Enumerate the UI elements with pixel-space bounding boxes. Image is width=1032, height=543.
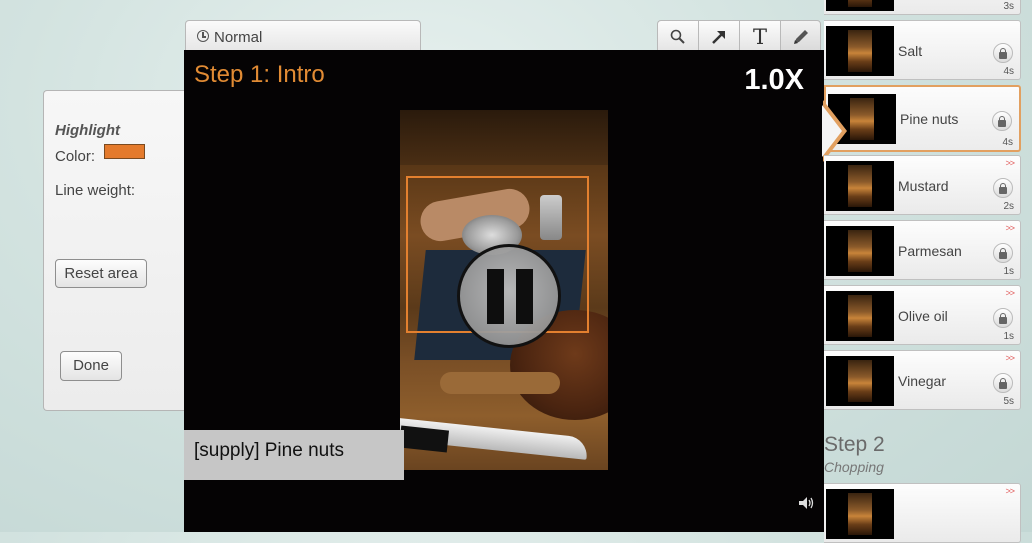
- step-thumbnail: [826, 356, 894, 406]
- list-item[interactable]: 3s: [824, 0, 1021, 15]
- step-name: Salt: [898, 43, 923, 59]
- video-player[interactable]: Step 1: Intro 1.0X [supply] Pine nuts: [184, 50, 824, 532]
- chevron-icon: >>: [1005, 486, 1014, 496]
- list-item[interactable]: Salt 4s: [824, 20, 1021, 80]
- list-item[interactable]: >> Olive oil 1s: [824, 285, 1021, 345]
- pause-icon: [487, 269, 504, 324]
- highlight-panel: Highlight Color: Line weight: Reset area…: [43, 90, 185, 411]
- clock-icon: [197, 30, 209, 42]
- search-tool-button[interactable]: [657, 20, 698, 54]
- lock-icon[interactable]: [992, 111, 1012, 131]
- text-icon: T: [752, 25, 767, 49]
- arrow-tool-button[interactable]: [698, 20, 739, 54]
- pencil-icon: [793, 30, 808, 44]
- step-thumbnail: [826, 291, 894, 341]
- list-item[interactable]: >> Parmesan 1s: [824, 220, 1021, 280]
- step-title: Step 1: Intro: [194, 61, 325, 88]
- lock-icon[interactable]: [993, 178, 1013, 198]
- chevron-icon: >>: [1005, 158, 1014, 168]
- reset-area-button[interactable]: Reset area: [55, 259, 147, 288]
- current-step-pointer: [822, 100, 847, 162]
- done-button[interactable]: Done: [60, 351, 122, 381]
- list-item[interactable]: >> Vinegar 5s: [824, 350, 1021, 410]
- text-tool-button[interactable]: T: [739, 20, 780, 54]
- step-duration: 4s: [1002, 137, 1013, 148]
- step2-subtitle: Chopping: [824, 459, 884, 475]
- step-thumbnail: [826, 226, 894, 276]
- video-caption: [supply] Pine nuts: [184, 430, 404, 480]
- step-name: Parmesan: [898, 243, 962, 259]
- list-item[interactable]: >> Mustard 2s: [824, 155, 1021, 215]
- chevron-icon: >>: [1005, 223, 1014, 233]
- step-duration: 1s: [1003, 331, 1014, 342]
- color-label: Color:: [55, 148, 96, 165]
- mode-tab-normal[interactable]: Normal: [185, 20, 421, 52]
- step-name: Mustard: [898, 178, 949, 194]
- step-duration: 4s: [1003, 66, 1014, 77]
- chevron-icon: >>: [1005, 288, 1014, 298]
- step-name: Olive oil: [898, 308, 948, 324]
- step-name: Vinegar: [898, 373, 947, 389]
- chevron-icon: >>: [1005, 353, 1014, 363]
- lock-icon[interactable]: [993, 308, 1013, 328]
- panel-title: Highlight: [55, 122, 120, 139]
- step-thumbnail: [826, 0, 894, 11]
- step-duration: 1s: [1003, 266, 1014, 277]
- pencil-tool-button[interactable]: [780, 20, 821, 54]
- step-duration: 5s: [1003, 396, 1014, 407]
- lock-icon[interactable]: [993, 373, 1013, 393]
- color-swatch[interactable]: [104, 144, 145, 159]
- step-name: Pine nuts: [900, 111, 959, 127]
- list-item[interactable]: >>: [824, 483, 1021, 543]
- annotation-toolbar: T: [657, 20, 821, 54]
- lock-icon[interactable]: [993, 43, 1013, 63]
- step-duration: 2s: [1003, 201, 1014, 212]
- playback-speed[interactable]: 1.0X: [744, 64, 804, 97]
- lock-icon[interactable]: [993, 243, 1013, 263]
- step-duration: 3s: [1003, 1, 1014, 12]
- steps-list: 3s Salt 4s Pine nuts 4s >> Mustard 2s >>…: [822, 0, 1032, 543]
- step2-title: Step 2: [824, 433, 885, 456]
- arrow-icon: [712, 31, 725, 44]
- step-thumbnail: [826, 26, 894, 76]
- pause-button[interactable]: [457, 244, 561, 348]
- volume-icon[interactable]: [798, 496, 816, 510]
- line-weight-label: Line weight:: [55, 182, 136, 199]
- magnifier-icon: [670, 29, 685, 44]
- mode-tab-label: Normal: [214, 29, 263, 46]
- list-item-active[interactable]: Pine nuts 4s: [824, 85, 1021, 152]
- step-thumbnail: [826, 161, 894, 211]
